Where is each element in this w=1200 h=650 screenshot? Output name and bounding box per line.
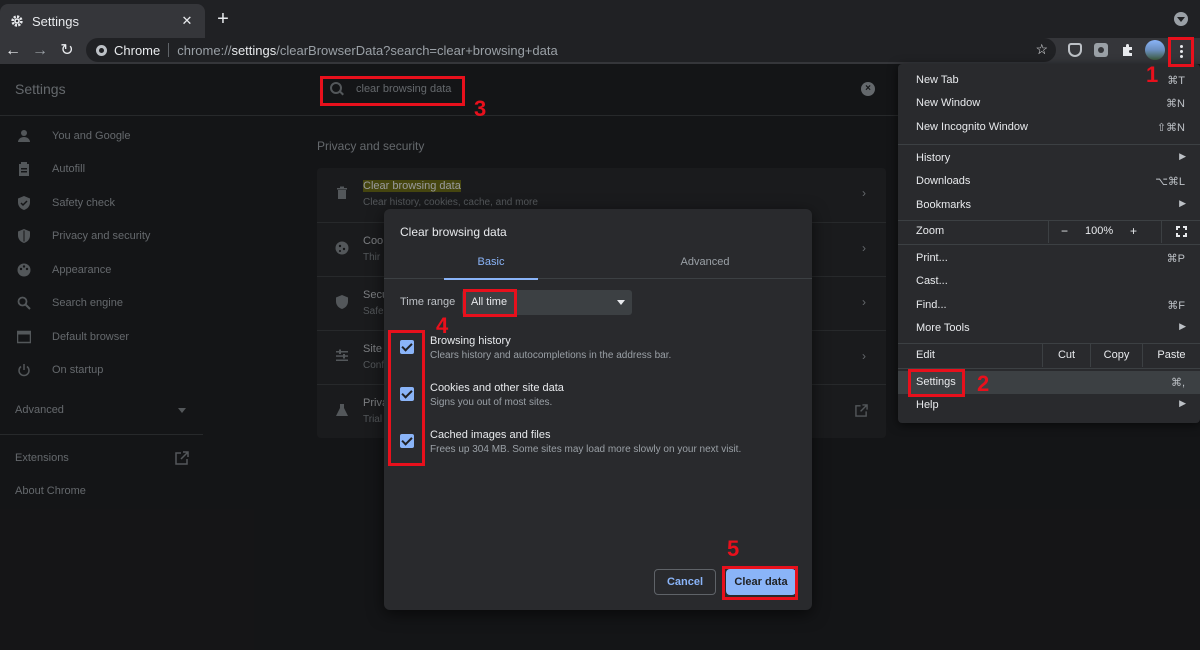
- menu-label: New Incognito Window: [916, 121, 1028, 133]
- tab-search-icon[interactable]: [1174, 12, 1188, 26]
- divider: [898, 244, 1200, 245]
- dialog-tabs: Basic Advanced: [384, 247, 812, 280]
- menu-label: Downloads: [916, 175, 971, 187]
- menu-label: New Window: [916, 97, 981, 109]
- browser-window: Settings ✕ + ← → ↻ Chrome chrome:// sett…: [0, 0, 1200, 650]
- submenu-arrow-icon: ▶: [1179, 198, 1186, 208]
- forward-button[interactable]: →: [29, 40, 51, 62]
- url-path: /clearBrowserData?search=clear+browsing+…: [276, 42, 558, 58]
- dialog-title: Clear browsing data: [400, 225, 507, 239]
- menu-label: More Tools: [916, 322, 970, 334]
- site-chip: Chrome: [114, 42, 161, 58]
- menu-label: Edit: [916, 349, 935, 361]
- zoom-in-button[interactable]: +: [1130, 224, 1137, 238]
- menu-shortcut: ⌘N: [1166, 98, 1185, 110]
- menu-shortcut: ⇧⌘N: [1156, 122, 1185, 134]
- menu-shortcut: ⌘,: [1170, 377, 1185, 389]
- option-subtitle: Signs you out of most sites.: [430, 397, 553, 408]
- toolbar: ← → ↻ Chrome chrome:// settings /clearBr…: [0, 38, 1200, 64]
- submenu-arrow-icon: ▶: [1179, 151, 1186, 161]
- close-tab-icon[interactable]: ✕: [179, 13, 195, 29]
- menu-item-cast[interactable]: Cast...: [898, 270, 1200, 293]
- cancel-button[interactable]: Cancel: [654, 569, 716, 595]
- option-subtitle: Frees up 304 MB. Some sites may load mor…: [430, 444, 742, 455]
- menu-label: Zoom: [916, 225, 945, 237]
- chrome-icon: [96, 44, 107, 56]
- tab-settings[interactable]: Settings ✕: [0, 4, 205, 38]
- menu-shortcut: ⌘P: [1166, 253, 1185, 265]
- gear-icon: [11, 15, 23, 27]
- menu-label: New Tab: [916, 74, 959, 86]
- menu-item-more-tools[interactable]: More Tools ▶: [898, 317, 1200, 340]
- menu-item-incognito[interactable]: New Incognito Window ⇧⌘N: [898, 116, 1200, 139]
- annotation-number-2: 2: [977, 371, 990, 396]
- menu-item-find[interactable]: Find... ⌘F: [898, 294, 1200, 317]
- new-tab-button[interactable]: +: [213, 9, 233, 29]
- annotation-number-3: 3: [474, 96, 487, 121]
- menu-item-downloads[interactable]: Downloads ⌥⌘L: [898, 170, 1200, 193]
- divider: [898, 144, 1200, 145]
- submenu-arrow-icon: ▶: [1179, 398, 1186, 408]
- option-browsing-history: Browsing history Clears history and auto…: [384, 335, 812, 375]
- menu-label: Print...: [916, 252, 948, 264]
- fullscreen-button[interactable]: [1161, 220, 1200, 243]
- time-range-label: Time range: [400, 296, 456, 308]
- tab-basic[interactable]: Basic: [384, 247, 598, 280]
- zoom-out-button[interactable]: −: [1061, 224, 1068, 238]
- cut-button[interactable]: Cut: [1042, 344, 1090, 367]
- tab-strip: Settings ✕ +: [0, 0, 1200, 38]
- option-title: Cached images and files: [430, 429, 551, 441]
- url-scheme: chrome://: [177, 42, 232, 58]
- menu-shortcut: ⌥⌘L: [1155, 176, 1185, 188]
- option-cached-images: Cached images and files Frees up 304 MB.…: [384, 429, 812, 469]
- divider: [168, 43, 170, 57]
- profile-avatar[interactable]: [1145, 40, 1165, 60]
- menu-label: Bookmarks: [916, 199, 972, 211]
- menu-item-help[interactable]: Help ▶: [898, 394, 1200, 417]
- annotation-box-time-range: [463, 289, 517, 317]
- copy-button[interactable]: Copy: [1090, 344, 1142, 367]
- paste-button[interactable]: Paste: [1142, 344, 1200, 367]
- submenu-arrow-icon: ▶: [1179, 321, 1186, 331]
- menu-item-new-window[interactable]: New Window ⌘N: [898, 92, 1200, 115]
- reload-button[interactable]: ↻: [56, 40, 78, 62]
- annotation-box-2: [908, 369, 965, 397]
- bookmark-star-icon[interactable]: ☆: [1035, 41, 1048, 58]
- back-button[interactable]: ←: [2, 40, 24, 62]
- option-cookies: Cookies and other site data Signs you ou…: [384, 382, 812, 422]
- annotation-box-4: [388, 330, 425, 466]
- puzzle-icon[interactable]: [1121, 43, 1135, 57]
- camera-extension-icon[interactable]: [1094, 43, 1108, 57]
- menu-shortcut: ⌘F: [1167, 300, 1185, 312]
- chevron-down-icon: [617, 300, 625, 305]
- pocket-extension-icon[interactable]: [1068, 43, 1082, 57]
- menu-label: Cast...: [916, 275, 948, 287]
- menu-item-edit: Edit Cut Copy Paste: [898, 344, 1200, 367]
- zoom-value: 100%: [1085, 225, 1114, 237]
- option-subtitle: Clears history and autocompletions in th…: [430, 350, 672, 361]
- annotation-box-1: [1168, 37, 1194, 67]
- clear-browsing-data-dialog: Clear browsing data Basic Advanced Time …: [384, 209, 812, 610]
- annotation-number-1: 1: [1146, 62, 1159, 87]
- menu-item-history[interactable]: History ▶: [898, 147, 1200, 170]
- annotation-number-4: 4: [436, 313, 449, 338]
- annotation-box-5: [722, 566, 798, 600]
- tab-advanced[interactable]: Advanced: [598, 247, 812, 279]
- menu-shortcut: ⌘T: [1167, 75, 1185, 87]
- option-title: Cookies and other site data: [430, 382, 564, 394]
- zoom-controls: − 100% +: [1048, 220, 1200, 243]
- address-bar[interactable]: Chrome chrome:// settings /clearBrowserD…: [86, 38, 1056, 62]
- menu-label: Help: [916, 399, 939, 411]
- annotation-number-5: 5: [727, 536, 740, 561]
- menu-item-bookmarks[interactable]: Bookmarks ▶: [898, 194, 1200, 217]
- annotation-box-3: [320, 76, 465, 106]
- fullscreen-icon: [1175, 225, 1188, 238]
- tab-title: Settings: [32, 13, 79, 29]
- menu-label: Find...: [916, 299, 947, 311]
- menu-item-print[interactable]: Print... ⌘P: [898, 247, 1200, 270]
- menu-label: History: [916, 152, 951, 164]
- menu-item-zoom: Zoom − 100% +: [898, 220, 1200, 243]
- url-host: settings: [231, 42, 277, 58]
